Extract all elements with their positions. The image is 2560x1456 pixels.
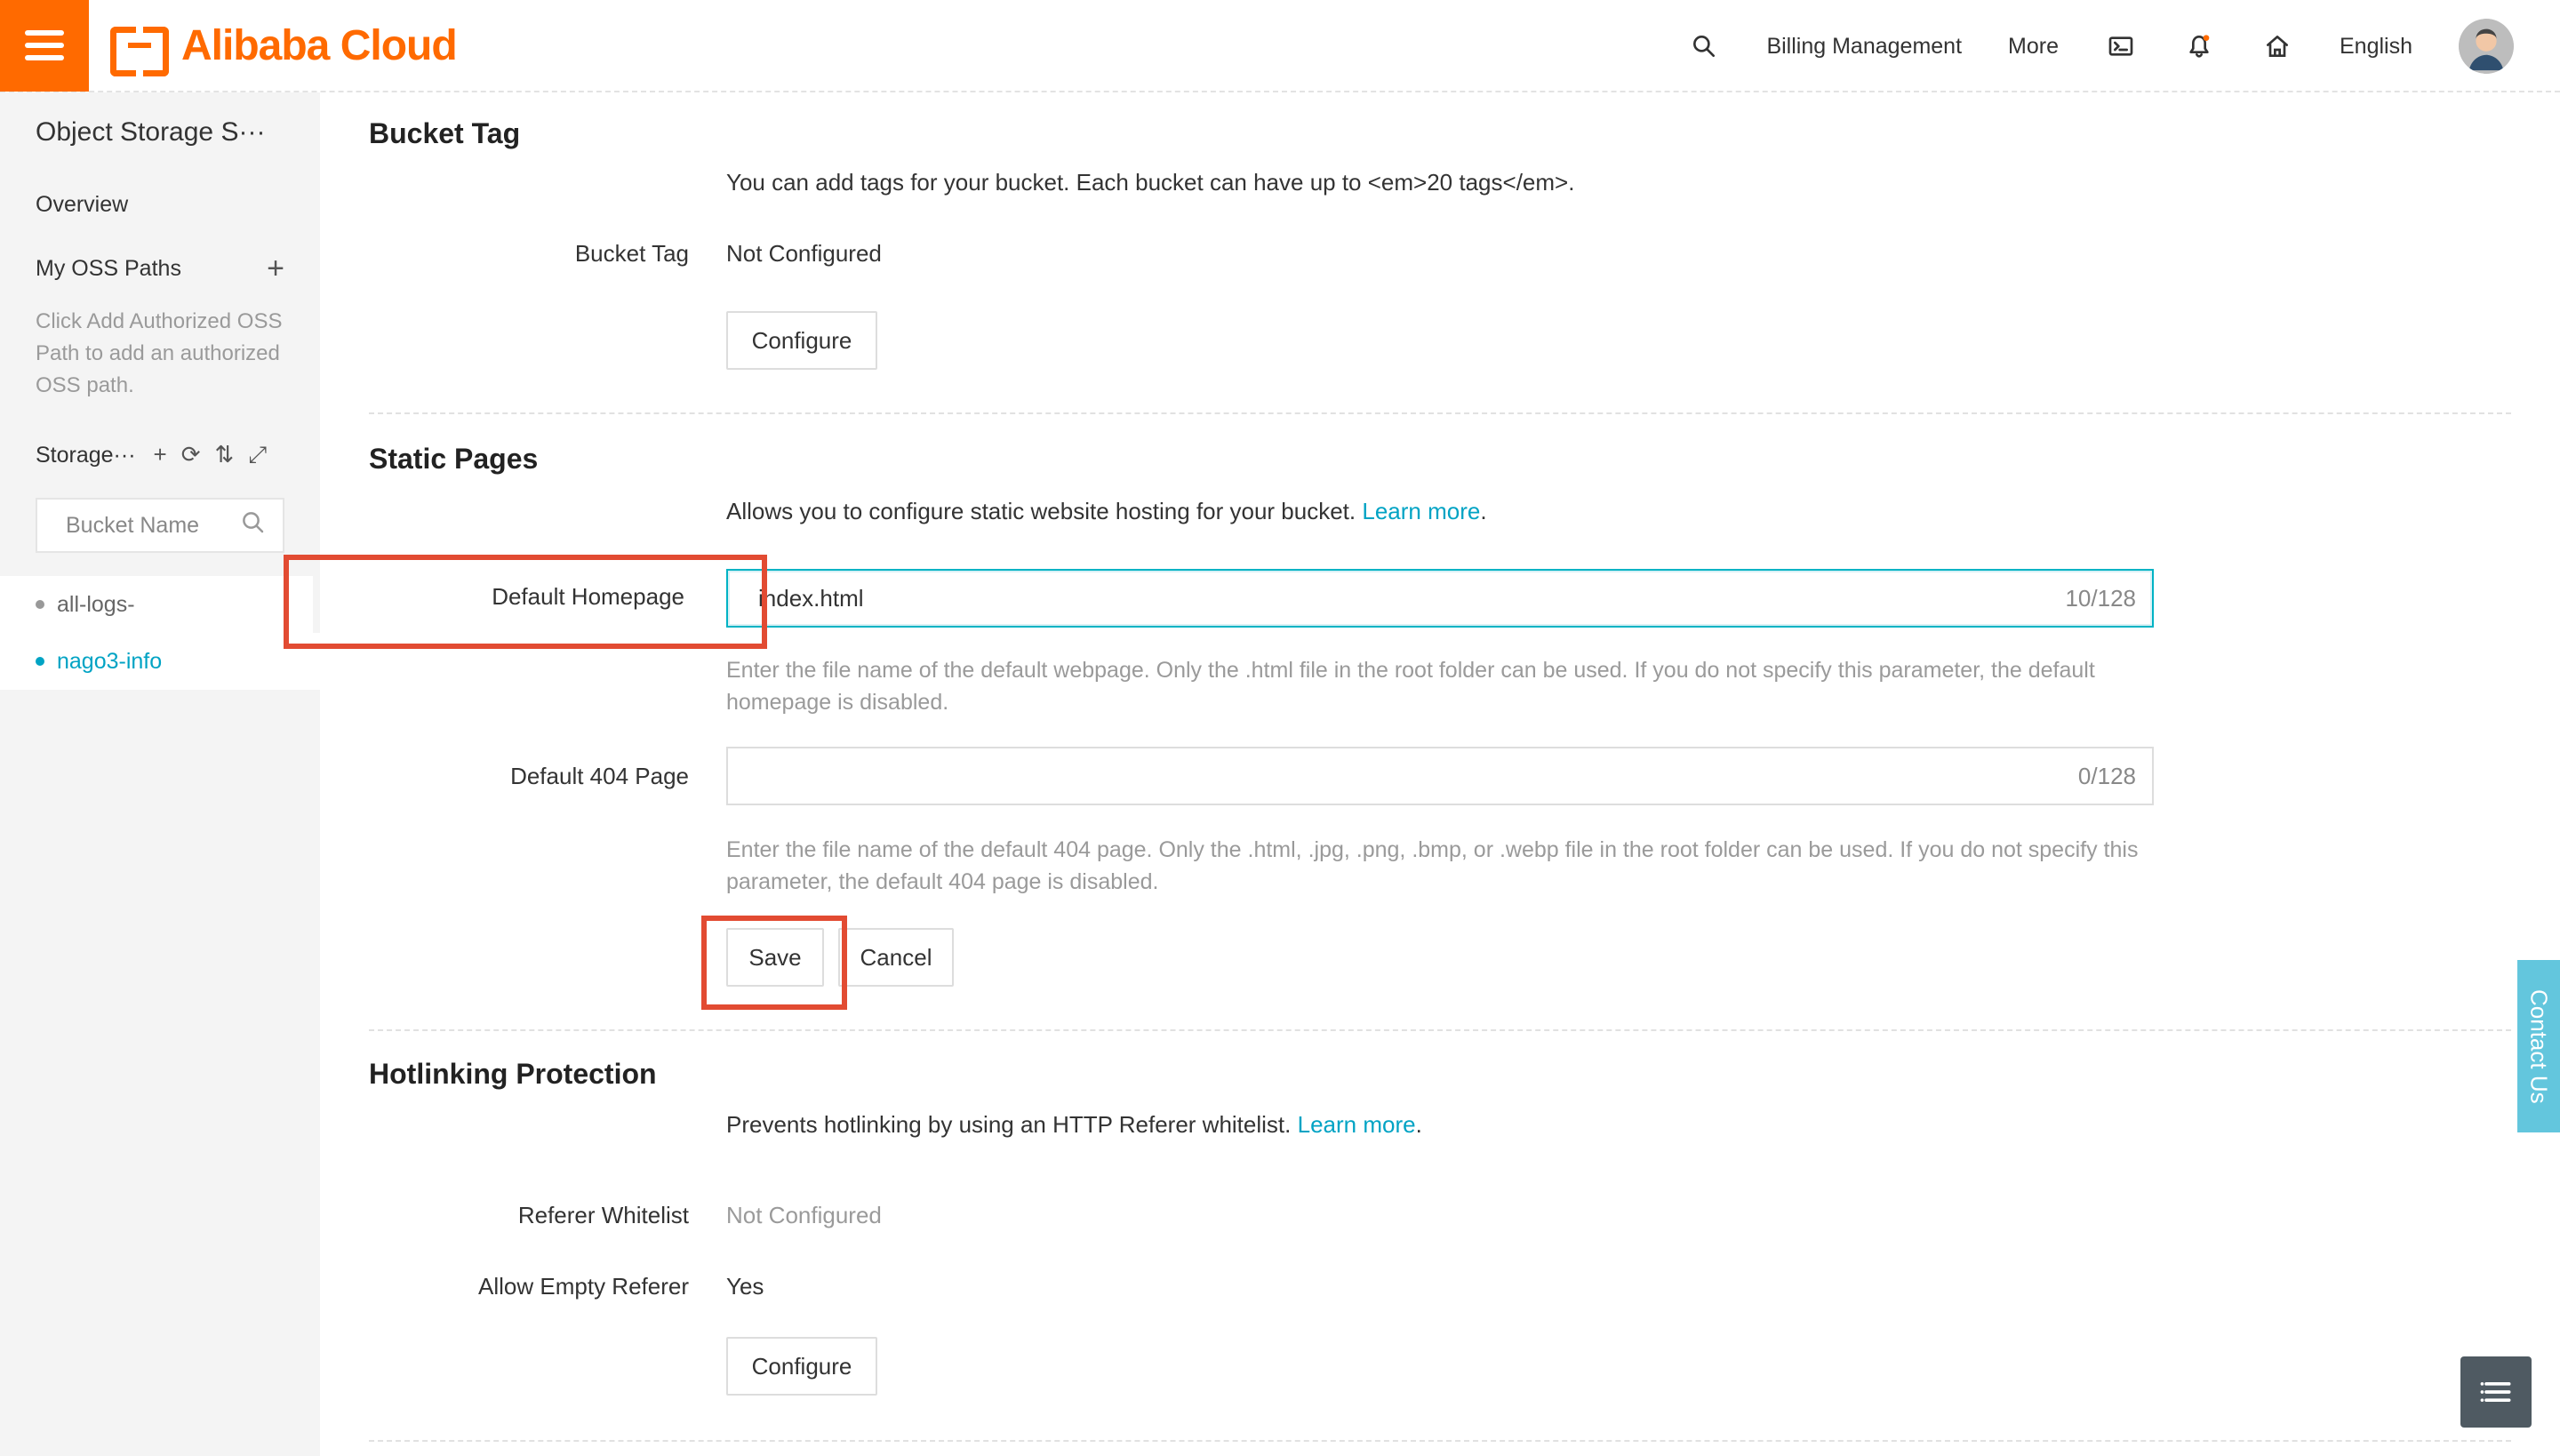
referer-whitelist-label: Referer Whitelist xyxy=(517,1202,689,1228)
bucket-tag-value: Not Configured xyxy=(726,240,882,267)
menu-icon xyxy=(25,30,64,60)
bucket-tag-label: Bucket Tag xyxy=(574,240,689,267)
cancel-button[interactable]: Cancel xyxy=(838,928,954,987)
search-icon[interactable] xyxy=(240,509,267,542)
default-404-input[interactable]: 0/128 xyxy=(726,747,2154,805)
bucket-search-input[interactable]: Bucket Name xyxy=(36,498,284,553)
hotlinking-description-text: Prevents hotlinking by using an HTTP Ref… xyxy=(726,1111,1292,1138)
sort-icon[interactable]: ⇅ xyxy=(215,441,235,469)
oss-path-note: Click Add Authorized OSS Path to add an … xyxy=(36,309,283,397)
storage-header: Storage··· + ⟳ ⇅ ⤢ xyxy=(0,437,320,473)
allow-empty-referer-value: Yes xyxy=(726,1273,764,1300)
plus-icon[interactable]: + xyxy=(154,441,167,469)
bucket-tag-description: You can add tags for your bucket. Each b… xyxy=(726,169,1575,196)
avatar[interactable] xyxy=(2459,19,2514,74)
bucket-search-placeholder: Bucket Name xyxy=(66,512,200,538)
bell-icon[interactable] xyxy=(2183,30,2215,62)
static-pages-description: Allows you to configure static website h… xyxy=(726,498,1487,524)
topbar-actions: Billing Management More English xyxy=(1688,0,2560,92)
contact-us-button[interactable]: Contact Us xyxy=(2517,960,2560,1132)
bucket-dot xyxy=(36,600,44,609)
sidebar-item-label: My OSS Paths xyxy=(36,255,181,281)
section-title: Bucket Tag xyxy=(369,117,521,149)
referer-whitelist-value: Not Configured xyxy=(726,1202,882,1228)
alibaba-logo-icon xyxy=(110,27,169,76)
home-icon[interactable] xyxy=(2261,30,2293,62)
default-homepage-value: index.html xyxy=(758,584,864,612)
default-homepage-counter: 10/128 xyxy=(2065,584,2136,612)
sidebar-title[interactable]: Object Storage S··· xyxy=(0,92,320,172)
top-bar: Alibaba Cloud Billing Management More En… xyxy=(0,0,2560,92)
bucket-name: nago3-info xyxy=(57,648,163,674)
default-404-help: Enter the file name of the default 404 p… xyxy=(726,837,2139,894)
sidebar-item-overview[interactable]: Overview xyxy=(0,172,320,236)
bucket-tag-section: Bucket Tag You can add tags for your buc… xyxy=(369,92,2511,412)
sidebar: Object Storage S··· Overview My OSS Path… xyxy=(0,92,320,1456)
list-icon xyxy=(2480,1382,2511,1402)
section-title: Hotlinking Protection xyxy=(369,1058,657,1090)
bucket-name: all-logs- xyxy=(57,591,135,617)
storage-label: Storage··· xyxy=(36,442,136,468)
static-pages-section: Static Pages Allows you to configure sta… xyxy=(284,414,2511,1029)
language-selector[interactable]: English xyxy=(2340,34,2412,60)
configure-button[interactable]: Configure xyxy=(726,311,877,370)
terminal-icon[interactable] xyxy=(2105,30,2137,62)
learn-more-link[interactable]: Learn more xyxy=(1362,498,1480,524)
expand-icon[interactable]: ⤢ xyxy=(248,441,267,469)
search-icon[interactable] xyxy=(1688,30,1720,62)
default-404-label: Default 404 Page xyxy=(510,763,689,789)
refresh-icon[interactable]: ⟳ xyxy=(181,441,201,469)
more-menu[interactable]: More xyxy=(2008,34,2059,60)
default-homepage-help: Enter the file name of the default webpa… xyxy=(726,658,2095,715)
section-title: Static Pages xyxy=(369,443,539,475)
learn-more-link[interactable]: Learn more xyxy=(1298,1111,1416,1138)
save-button[interactable]: Save xyxy=(726,928,824,987)
list-button[interactable] xyxy=(2460,1356,2532,1428)
main-content: Bucket Tag You can add tags for your buc… xyxy=(284,92,2511,1442)
default-404-counter: 0/128 xyxy=(2077,762,2136,789)
sidebar-item-my-oss-paths[interactable]: My OSS Paths + xyxy=(0,236,320,300)
hotlinking-section: Hotlinking Protection Prevents hotlinkin… xyxy=(369,1031,2511,1440)
plus-icon[interactable]: + xyxy=(267,253,284,284)
divider xyxy=(369,1440,2511,1442)
bucket-item-selected[interactable]: nago3-info xyxy=(0,633,320,690)
contact-us-label: Contact Us xyxy=(2525,988,2553,1104)
brand-name: Alibaba Cloud xyxy=(181,21,458,69)
menu-button[interactable] xyxy=(0,0,89,92)
allow-empty-referer-label: Allow Empty Referer xyxy=(478,1273,689,1300)
brand-logo[interactable]: Alibaba Cloud xyxy=(110,21,458,76)
bucket-item[interactable]: all-logs- xyxy=(0,576,313,633)
default-homepage-label: Default Homepage xyxy=(492,583,684,610)
static-pages-description-text: Allows you to configure static website h… xyxy=(726,498,1356,524)
configure-button[interactable]: Configure xyxy=(726,1337,877,1396)
default-homepage-input[interactable]: index.html 10/128 xyxy=(726,569,2154,628)
hotlinking-description: Prevents hotlinking by using an HTTP Ref… xyxy=(726,1111,1422,1138)
bucket-dot xyxy=(36,657,44,666)
billing-management-link[interactable]: Billing Management xyxy=(1766,34,1962,60)
storage-tools: + ⟳ ⇅ ⤢ xyxy=(154,441,268,469)
